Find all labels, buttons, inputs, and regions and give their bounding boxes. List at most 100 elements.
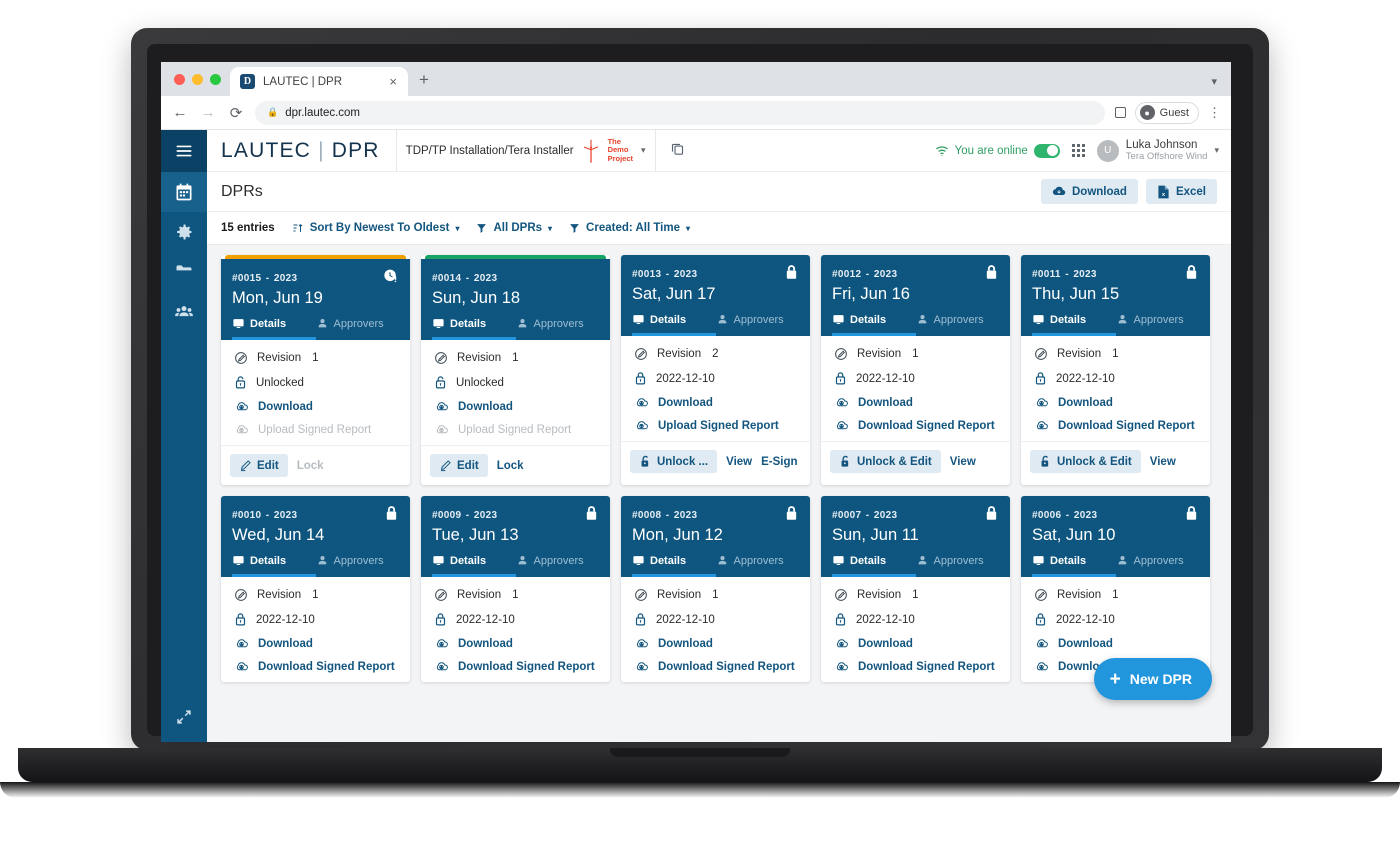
tab-search-chevron-down-icon[interactable]: ▾ (1211, 75, 1217, 88)
card-download-row[interactable]: Download (234, 637, 399, 650)
reload-icon[interactable]: ⟳ (227, 104, 245, 122)
card-action-link[interactable]: E-Sign (761, 456, 797, 468)
card-action-primary[interactable]: Unlock & Edit (830, 450, 941, 473)
card-tab-approvers-label: Approvers (733, 313, 784, 326)
dpr-card[interactable]: #0008 - 2023 Mon, Jun 12 Details Approve… (621, 496, 810, 682)
copy-icon[interactable] (670, 141, 685, 161)
card-tab-details[interactable]: Details (832, 313, 916, 336)
card-tab-approvers[interactable]: Approvers (716, 313, 800, 336)
card-action-primary[interactable]: Unlock ... (630, 450, 718, 473)
card-download-row[interactable]: Download (834, 396, 999, 409)
card-tab-approvers[interactable]: Approvers (916, 554, 1000, 577)
sort-filter[interactable]: Sort By Newest To Oldest ▾ (292, 222, 459, 234)
excel-button[interactable]: x Excel (1145, 179, 1217, 204)
browser-menu-icon[interactable]: ⋮ (1208, 106, 1221, 119)
back-arrow-icon[interactable]: ← (171, 104, 189, 121)
card-action-primary[interactable]: Edit (430, 454, 488, 477)
card-action-link[interactable]: View (950, 456, 976, 468)
card-tab-approvers-label: Approvers (1133, 554, 1184, 567)
dpr-card[interactable]: #0011 - 2023 Thu, Jun 15 Details Approve… (1021, 255, 1210, 485)
card-body: Revision 1 Unlocked Download Upload Sign… (221, 340, 410, 445)
card-tab-approvers[interactable]: Approvers (1116, 313, 1200, 336)
card-tab-details[interactable]: Details (632, 554, 716, 577)
card-action-link[interactable]: Lock (497, 460, 524, 472)
card-tab-approvers[interactable]: Approvers (516, 317, 600, 340)
card-tab-details[interactable]: Details (432, 554, 516, 577)
dpr-card-grid[interactable]: #0015 - 2023 Mon, Jun 19 Details Approve… (207, 245, 1231, 742)
dpr-card[interactable]: #0015 - 2023 Mon, Jun 19 Details Approve… (221, 255, 410, 485)
card-tab-details[interactable]: Details (232, 554, 316, 577)
revision-pencil-circle-icon (435, 352, 447, 364)
side-panel-icon[interactable] (1114, 107, 1126, 118)
card-signed-report-row[interactable]: Download Signed Report (1034, 419, 1199, 432)
dpr-card[interactable]: #0010 - 2023 Wed, Jun 14 Details Approve… (221, 496, 410, 682)
sidebar-item-menu-toggle[interactable] (161, 130, 207, 172)
user-menu[interactable]: U Luka Johnson Tera Offshore Wind ▾ (1096, 139, 1219, 163)
funnel-icon (477, 224, 487, 233)
dpr-card[interactable]: #0006 - 2023 Sat, Jun 10 Details Approve… (1021, 496, 1210, 682)
card-tab-details[interactable]: Details (1032, 554, 1116, 577)
profile-button[interactable]: ● Guest (1134, 101, 1199, 124)
created-filter[interactable]: Created: All Time ▾ (569, 222, 690, 234)
dpr-card[interactable]: #0012 - 2023 Fri, Jun 16 Details Approve… (821, 255, 1010, 485)
card-signed-report-row[interactable]: Download Signed Report (834, 660, 999, 673)
card-signed-report-row[interactable]: Download Signed Report (834, 419, 999, 432)
card-signed-report-row[interactable]: Upload Signed Report (634, 419, 799, 432)
sidebar-item-files[interactable] (161, 252, 207, 292)
sidebar-item-expand[interactable] (161, 692, 207, 742)
card-action-link[interactable]: View (726, 456, 752, 468)
card-action-primary[interactable]: Unlock & Edit (1030, 450, 1141, 473)
type-filter[interactable]: All DPRs ▾ (476, 222, 552, 234)
dpr-card[interactable]: #0007 - 2023 Sun, Jun 11 Details Approve… (821, 496, 1010, 682)
dpr-card[interactable]: #0014 - 2023 Sun, Jun 18 Details Approve… (421, 255, 610, 485)
tab-close-icon[interactable]: × (387, 75, 399, 88)
card-tab-details[interactable]: Details (1032, 313, 1116, 336)
card-tab-approvers[interactable]: Approvers (716, 554, 800, 577)
card-download-row[interactable]: Download (234, 400, 399, 413)
card-action-link[interactable]: View (1150, 456, 1176, 468)
browser-tab[interactable]: D LAUTEC | DPR × (230, 67, 408, 96)
project-chevron-down-icon[interactable]: ▾ (641, 145, 646, 156)
sidebar-item-people[interactable] (161, 292, 207, 332)
card-download-row[interactable]: Download (434, 400, 599, 413)
card-download-row[interactable]: Download (1034, 396, 1199, 409)
sidebar-item-settings[interactable] (161, 212, 207, 252)
new-dpr-button[interactable]: + New DPR (1093, 658, 1212, 700)
maximize-window-button[interactable] (210, 74, 221, 85)
card-signed-report-row[interactable]: Download Signed Report (234, 660, 399, 673)
browser-toolbar-right: ● Guest ⋮ (1114, 101, 1221, 124)
card-tab-approvers[interactable]: Approvers (916, 313, 1000, 336)
sidebar-item-calendar[interactable] (161, 172, 207, 212)
card-download-row[interactable]: Download (634, 396, 799, 409)
card-tab-details[interactable]: Details (832, 554, 916, 577)
dpr-card[interactable]: #0009 - 2023 Tue, Jun 13 Details Approve… (421, 496, 610, 682)
card-signed-report-row[interactable]: Download Signed Report (634, 660, 799, 673)
card-action-link[interactable]: Lock (297, 460, 324, 472)
card-download-row[interactable]: Download (434, 637, 599, 650)
address-bar[interactable]: 🔒 dpr.lautec.com (255, 100, 1105, 125)
minimize-window-button[interactable] (192, 74, 203, 85)
card-signed-report-row[interactable]: Download Signed Report (434, 660, 599, 673)
card-tab-approvers[interactable]: Approvers (316, 554, 400, 577)
new-tab-button[interactable]: + (408, 71, 440, 96)
card-status-icon (1184, 264, 1199, 286)
card-action-primary[interactable]: Edit (230, 454, 288, 477)
card-tab-approvers[interactable]: Approvers (1116, 554, 1200, 577)
download-button[interactable]: Download (1040, 179, 1138, 204)
close-window-button[interactable] (174, 74, 185, 85)
dpr-card[interactable]: #0013 - 2023 Sat, Jun 17 Details Approve… (621, 255, 810, 485)
forward-arrow-icon[interactable]: → (199, 104, 217, 121)
card-download-row[interactable]: Download (834, 637, 999, 650)
card-tab-approvers[interactable]: Approvers (316, 317, 400, 340)
card-tab-approvers[interactable]: Approvers (516, 554, 600, 577)
card-tab-details[interactable]: Details (632, 313, 716, 336)
project-selector[interactable]: TDP/TP Installation/Tera Installer The D… (395, 129, 656, 172)
card-tab-details[interactable]: Details (232, 317, 316, 340)
card-download-row[interactable]: Download (1034, 637, 1199, 650)
card-download-row[interactable]: Download (634, 637, 799, 650)
online-toggle[interactable] (1033, 143, 1060, 158)
app-grid-icon[interactable] (1071, 144, 1085, 157)
card-tab-details[interactable]: Details (432, 317, 516, 340)
user-chevron-down-icon[interactable]: ▾ (1214, 145, 1219, 156)
card-download-label: Download (1058, 396, 1113, 409)
